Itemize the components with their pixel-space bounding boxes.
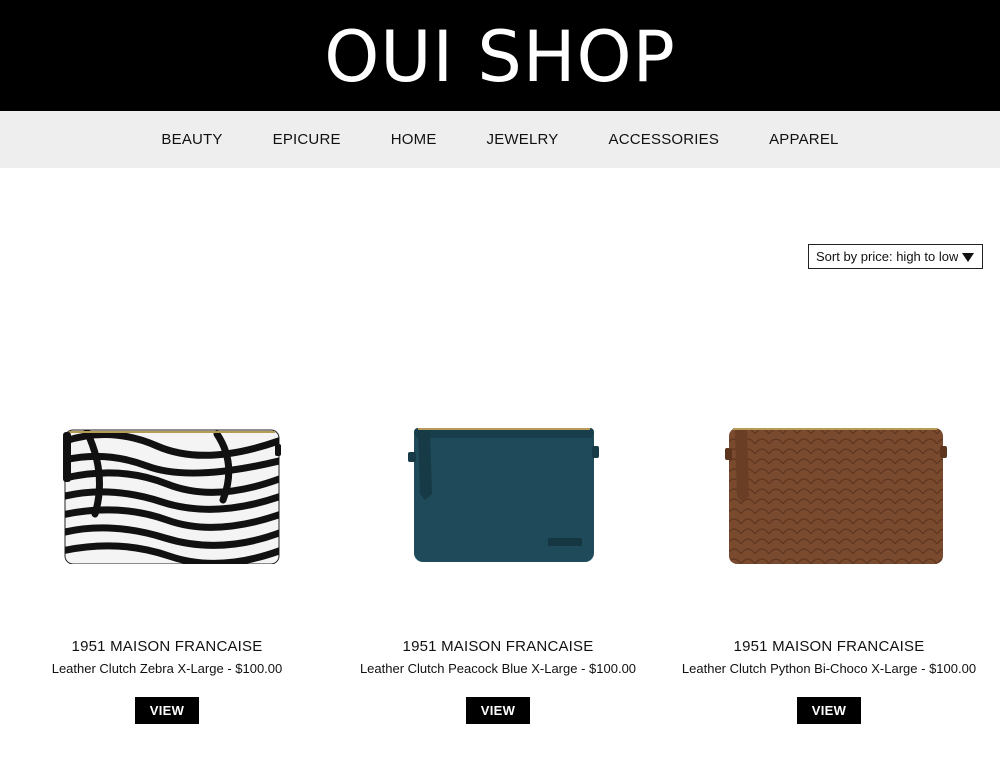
title-separator: -: [917, 661, 930, 676]
shop-logo[interactable]: OUI SHOP: [324, 22, 676, 92]
nav-item-apparel[interactable]: APPAREL: [769, 131, 839, 148]
product-name: Leather Clutch Peacock Blue X-Large: [359, 661, 578, 676]
product-title[interactable]: Leather Clutch Zebra X-Large - $100.00: [2, 661, 332, 676]
product-title[interactable]: Leather Clutch Python Bi-Choco X-Large -…: [664, 661, 994, 676]
product-name: Leather Clutch Zebra X-Large: [51, 661, 224, 676]
product-brand: 1951 MAISON FRANCAISE: [402, 638, 594, 655]
product-price: $100.00: [235, 661, 283, 676]
site-header: OUI SHOP: [0, 0, 1000, 111]
nav-item-home[interactable]: HOME: [391, 131, 437, 148]
peacock-blue-clutch-image[interactable]: [378, 404, 618, 584]
zebra-clutch-image[interactable]: [47, 404, 287, 584]
product-price: $100.00: [929, 661, 977, 676]
nav-item-beauty[interactable]: BEAUTY: [161, 131, 222, 148]
sort-select-value: Sort by price: high to low: [816, 249, 958, 264]
product-card: 1951 MAISON FRANCAISE Leather Clutch Zeb…: [2, 380, 332, 740]
view-button[interactable]: VIEW: [135, 697, 199, 724]
python-choco-clutch-image[interactable]: [709, 404, 949, 584]
nav-item-accessories[interactable]: ACCESSORIES: [609, 131, 720, 148]
sort-select[interactable]: Sort by price: high to low: [808, 244, 983, 269]
product-brand: 1951 MAISON FRANCAISE: [71, 638, 263, 655]
nav-item-epicure[interactable]: EPICURE: [273, 131, 341, 148]
view-button[interactable]: VIEW: [466, 697, 530, 724]
title-separator: -: [223, 661, 236, 676]
triangle-down-icon: [962, 253, 974, 262]
view-button[interactable]: VIEW: [797, 697, 861, 724]
title-separator: -: [577, 661, 590, 676]
product-card: 1951 MAISON FRANCAISE Leather Clutch Pyt…: [664, 380, 994, 740]
product-brand: 1951 MAISON FRANCAISE: [733, 638, 925, 655]
main-nav: BEAUTY EPICURE HOME JEWELRY ACCESSORIES …: [0, 111, 1000, 168]
product-title[interactable]: Leather Clutch Peacock Blue X-Large - $1…: [333, 661, 663, 676]
nav-item-jewelry[interactable]: JEWELRY: [487, 131, 559, 148]
product-card: 1951 MAISON FRANCAISE Leather Clutch Pea…: [333, 380, 663, 740]
product-price: $100.00: [589, 661, 637, 676]
product-name: Leather Clutch Python Bi-Choco X-Large: [681, 661, 918, 676]
